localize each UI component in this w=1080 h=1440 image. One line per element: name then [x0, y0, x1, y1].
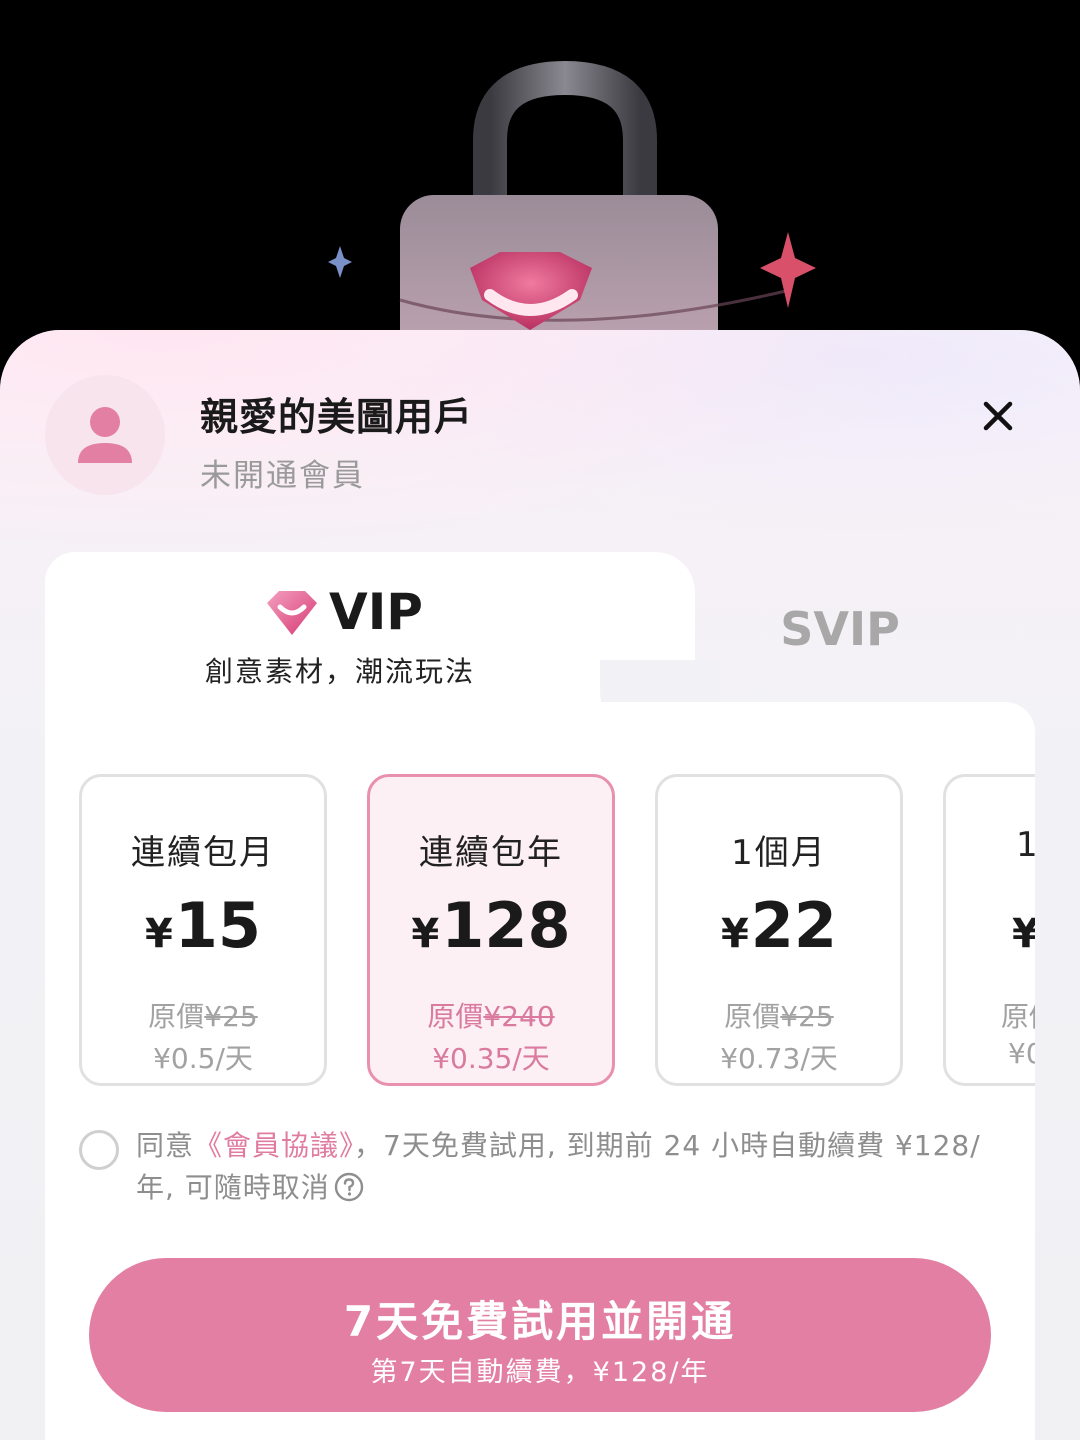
plan-original-price: 原價¥240: [370, 995, 612, 1035]
plan-option-monthly-auto[interactable]: 連續包月 ¥15 原價¥25 ¥0.5/天: [79, 774, 327, 1086]
plan-original-label: 原價: [724, 1000, 781, 1033]
plan-currency: ¥: [720, 911, 749, 957]
plan-original-price: 原價: [1001, 995, 1035, 1035]
plan-name: 12: [1016, 825, 1035, 865]
plan-price: ¥: [1012, 889, 1035, 962]
help-icon[interactable]: [334, 1172, 364, 1202]
plan-original-value: ¥25: [204, 1000, 258, 1033]
cta-sublabel: 第7天自動續費，¥128/年: [370, 1357, 710, 1388]
plan-original-value: ¥25: [780, 1000, 834, 1033]
plan-price: ¥128: [370, 889, 612, 962]
vip-gem-icon: [267, 591, 317, 635]
plan-name: 1個月: [731, 833, 827, 873]
plan-daily-price: ¥0.5/天: [153, 1042, 253, 1075]
lock-icon: [328, 60, 816, 360]
plan-price-value: 128: [441, 889, 571, 962]
plan-currency: ¥: [411, 911, 440, 957]
plan-currency: ¥: [1012, 911, 1035, 957]
avatar: [45, 375, 165, 495]
plan-original-label: 原價: [427, 1000, 484, 1033]
plan-original-value: ¥240: [483, 1000, 555, 1033]
plan-original-label: 原價: [1001, 1000, 1035, 1033]
plan-option-twelve-months[interactable]: 12 ¥ 原價 ¥0: [943, 774, 1035, 1086]
tab-vip-label: VIP: [329, 583, 423, 641]
plan-price-value: 22: [750, 889, 838, 962]
membership-status: 未開通會員: [200, 458, 365, 494]
user-icon: [78, 407, 132, 463]
plan-name: 連續包年: [419, 833, 563, 873]
user-name: 親愛的美圖用戶: [200, 395, 474, 439]
hero-illustration: [0, 0, 1080, 360]
plan-daily-price: ¥0.73/天: [720, 1042, 838, 1075]
plan-daily-price: ¥0.35/天: [432, 1042, 550, 1075]
plan-list: 連續包月 ¥15 原價¥25 ¥0.5/天 連續包年 ¥128 原價¥240 ¥…: [45, 774, 1035, 1094]
plan-option-one-month[interactable]: 1個月 ¥22 原價¥25 ¥0.73/天: [655, 774, 903, 1086]
tab-vip-title[interactable]: VIP: [263, 582, 423, 642]
plan-price: ¥15: [82, 889, 324, 962]
member-agreement-link[interactable]: 《會員協議》: [194, 1129, 354, 1162]
plan-daily-price: ¥0: [1008, 1037, 1035, 1070]
sheet-header-glow: [0, 330, 1080, 590]
close-button[interactable]: [968, 386, 1028, 446]
plan-original-label: 原價: [148, 1000, 205, 1033]
tab-svip[interactable]: SVIP: [735, 602, 945, 656]
agreement-text: 同意《會員協議》，7天免費試用, 到期前 24 小時自動續費 ¥128/年, 可…: [136, 1125, 996, 1209]
start-trial-button[interactable]: 7天免費試用並開通 第7天自動續費，¥128/年: [89, 1258, 991, 1412]
plan-name: 連續包月: [131, 833, 275, 873]
plan-original-price: 原價¥25: [658, 995, 900, 1035]
plan-price: ¥22: [658, 889, 900, 962]
plan-price-value: 15: [174, 889, 262, 962]
plan-option-yearly-auto[interactable]: 連續包年 ¥128 原價¥240 ¥0.35/天: [367, 774, 615, 1086]
agreement-checkbox[interactable]: [79, 1130, 119, 1170]
plan-currency: ¥: [144, 911, 173, 957]
plan-original-price: 原價¥25: [82, 995, 324, 1035]
cta-label: 7天免費試用並開通: [343, 1297, 737, 1346]
agreement-prefix: 同意: [136, 1129, 195, 1162]
tab-vip-subtitle: 創意素材，潮流玩法: [204, 655, 475, 688]
close-icon: [983, 401, 1013, 431]
